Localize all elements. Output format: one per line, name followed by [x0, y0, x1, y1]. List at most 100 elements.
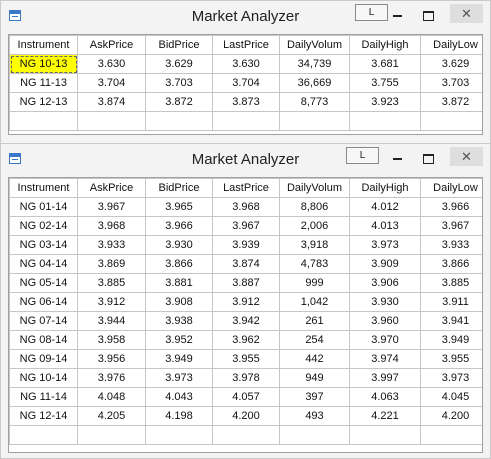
table-cell[interactable]: 3.973 — [349, 235, 421, 255]
empty-row[interactable] — [9, 425, 482, 445]
instrument-cell[interactable]: NG 02-14 — [9, 216, 78, 236]
instrument-cell[interactable]: NG 11-14 — [9, 387, 78, 407]
table-cell[interactable]: 3.997 — [349, 368, 421, 388]
minimize-button[interactable] — [386, 149, 408, 167]
table-cell[interactable]: 3.956 — [77, 349, 146, 369]
empty-cell[interactable] — [279, 425, 350, 445]
empty-row[interactable] — [9, 111, 482, 131]
table-cell[interactable]: 4.221 — [349, 406, 421, 426]
table-cell[interactable]: 3.933 — [77, 235, 146, 255]
empty-cell[interactable] — [9, 111, 78, 131]
instrument-cell[interactable]: NG 01-14 — [9, 197, 78, 217]
instrument-cell[interactable]: NG 12-13 — [9, 92, 78, 112]
table-cell[interactable]: 3.629 — [420, 54, 482, 74]
table-cell[interactable]: 4.200 — [212, 406, 280, 426]
table-cell[interactable]: 4.198 — [145, 406, 213, 426]
column-header[interactable]: AskPrice — [77, 178, 146, 198]
table-cell[interactable]: 3.941 — [420, 311, 482, 331]
table-cell[interactable]: 999 — [279, 273, 350, 293]
instrument-cell[interactable]: NG 11-13 — [9, 73, 78, 93]
selected-instrument-cell[interactable]: NG 10-13 — [9, 54, 78, 74]
table-cell[interactable]: 261 — [279, 311, 350, 331]
table-cell[interactable]: 493 — [279, 406, 350, 426]
table-cell[interactable]: 3.930 — [349, 292, 421, 312]
empty-cell[interactable] — [349, 111, 421, 131]
table-cell[interactable]: 3.962 — [212, 330, 280, 350]
close-button[interactable]: ✕ — [450, 4, 483, 23]
table-cell[interactable]: 3.869 — [77, 254, 146, 274]
table-cell[interactable]: 2,006 — [279, 216, 350, 236]
table-cell[interactable]: 3.955 — [420, 349, 482, 369]
table-cell[interactable]: 3.933 — [420, 235, 482, 255]
table-row[interactable]: NG 08-14 3.958 3.952 3.962 254 3.970 3.949 — [9, 330, 482, 350]
table-cell[interactable]: 1,042 — [279, 292, 350, 312]
table-cell[interactable]: 3.966 — [420, 197, 482, 217]
table-row[interactable]: NG 10-13 3.630 3.629 3.630 34,739 3.681 … — [9, 54, 482, 74]
table-cell[interactable]: 3.872 — [420, 92, 482, 112]
quote-grid[interactable]: Instrument AskPrice BidPrice LastPrice D… — [8, 34, 483, 135]
link-button[interactable]: L — [355, 4, 388, 21]
empty-cell[interactable] — [145, 111, 213, 131]
table-cell[interactable]: 3.939 — [212, 235, 280, 255]
column-header[interactable]: BidPrice — [145, 178, 213, 198]
table-cell[interactable]: 3.704 — [212, 73, 280, 93]
empty-cell[interactable] — [420, 111, 482, 131]
table-row[interactable]: NG 12-14 4.205 4.198 4.200 493 4.221 4.200 — [9, 406, 482, 426]
table-cell[interactable]: 3.908 — [145, 292, 213, 312]
table-row[interactable]: NG 09-14 3.956 3.949 3.955 442 3.974 3.955 — [9, 349, 482, 369]
maximize-button[interactable] — [417, 6, 439, 24]
table-cell[interactable]: 3.930 — [145, 235, 213, 255]
column-header[interactable]: AskPrice — [77, 35, 146, 55]
table-cell[interactable]: 3.703 — [420, 73, 482, 93]
table-cell[interactable]: 3.755 — [349, 73, 421, 93]
table-cell[interactable]: 3.967 — [420, 216, 482, 236]
instrument-cell[interactable]: NG 03-14 — [9, 235, 78, 255]
table-cell[interactable]: 3.911 — [420, 292, 482, 312]
empty-cell[interactable] — [212, 111, 280, 131]
table-cell[interactable]: 3.965 — [145, 197, 213, 217]
table-cell[interactable]: 3.978 — [212, 368, 280, 388]
column-header[interactable]: DailyLow — [420, 178, 482, 198]
table-cell[interactable]: 4.063 — [349, 387, 421, 407]
table-cell[interactable]: 3.873 — [212, 92, 280, 112]
table-cell[interactable]: 397 — [279, 387, 350, 407]
table-cell[interactable]: 3.704 — [77, 73, 146, 93]
minimize-button[interactable] — [386, 6, 408, 24]
table-cell[interactable]: 3.968 — [212, 197, 280, 217]
table-cell[interactable]: 4,783 — [279, 254, 350, 274]
table-cell[interactable]: 3.942 — [212, 311, 280, 331]
instrument-cell[interactable]: NG 04-14 — [9, 254, 78, 274]
column-header[interactable]: DailyVolum — [279, 35, 350, 55]
table-cell[interactable]: 8,773 — [279, 92, 350, 112]
table-cell[interactable]: 3.967 — [77, 197, 146, 217]
column-header[interactable]: LastPrice — [212, 35, 280, 55]
column-header[interactable]: DailyLow — [420, 35, 482, 55]
table-cell[interactable]: 3.912 — [212, 292, 280, 312]
table-row[interactable]: NG 11-13 3.704 3.703 3.704 36,669 3.755 … — [9, 73, 482, 93]
title-bar[interactable]: Market Analyzer L ✕ — [1, 1, 490, 31]
table-cell[interactable]: 3.874 — [77, 92, 146, 112]
table-cell[interactable]: 4.045 — [420, 387, 482, 407]
table-cell[interactable]: 3.906 — [349, 273, 421, 293]
empty-cell[interactable] — [212, 425, 280, 445]
table-row[interactable]: NG 04-14 3.869 3.866 3.874 4,783 3.909 3.866 — [9, 254, 482, 274]
table-cell[interactable]: 3.881 — [145, 273, 213, 293]
instrument-cell[interactable]: NG 05-14 — [9, 273, 78, 293]
empty-cell[interactable] — [77, 425, 146, 445]
table-cell[interactable]: 4.057 — [212, 387, 280, 407]
table-cell[interactable]: 3.973 — [145, 368, 213, 388]
column-header[interactable]: BidPrice — [145, 35, 213, 55]
table-cell[interactable]: 4.048 — [77, 387, 146, 407]
table-cell[interactable]: 3.681 — [349, 54, 421, 74]
table-cell[interactable]: 949 — [279, 368, 350, 388]
table-cell[interactable]: 3.630 — [77, 54, 146, 74]
empty-cell[interactable] — [279, 111, 350, 131]
table-cell[interactable]: 3.885 — [420, 273, 482, 293]
table-row[interactable]: NG 01-14 3.967 3.965 3.968 8,806 4.012 3.966 — [9, 197, 482, 217]
table-cell[interactable]: 3.958 — [77, 330, 146, 350]
empty-cell[interactable] — [77, 111, 146, 131]
instrument-cell[interactable]: NG 06-14 — [9, 292, 78, 312]
table-row[interactable]: NG 11-14 4.048 4.043 4.057 397 4.063 4.045 — [9, 387, 482, 407]
empty-cell[interactable] — [420, 425, 482, 445]
table-cell[interactable]: 3.885 — [77, 273, 146, 293]
